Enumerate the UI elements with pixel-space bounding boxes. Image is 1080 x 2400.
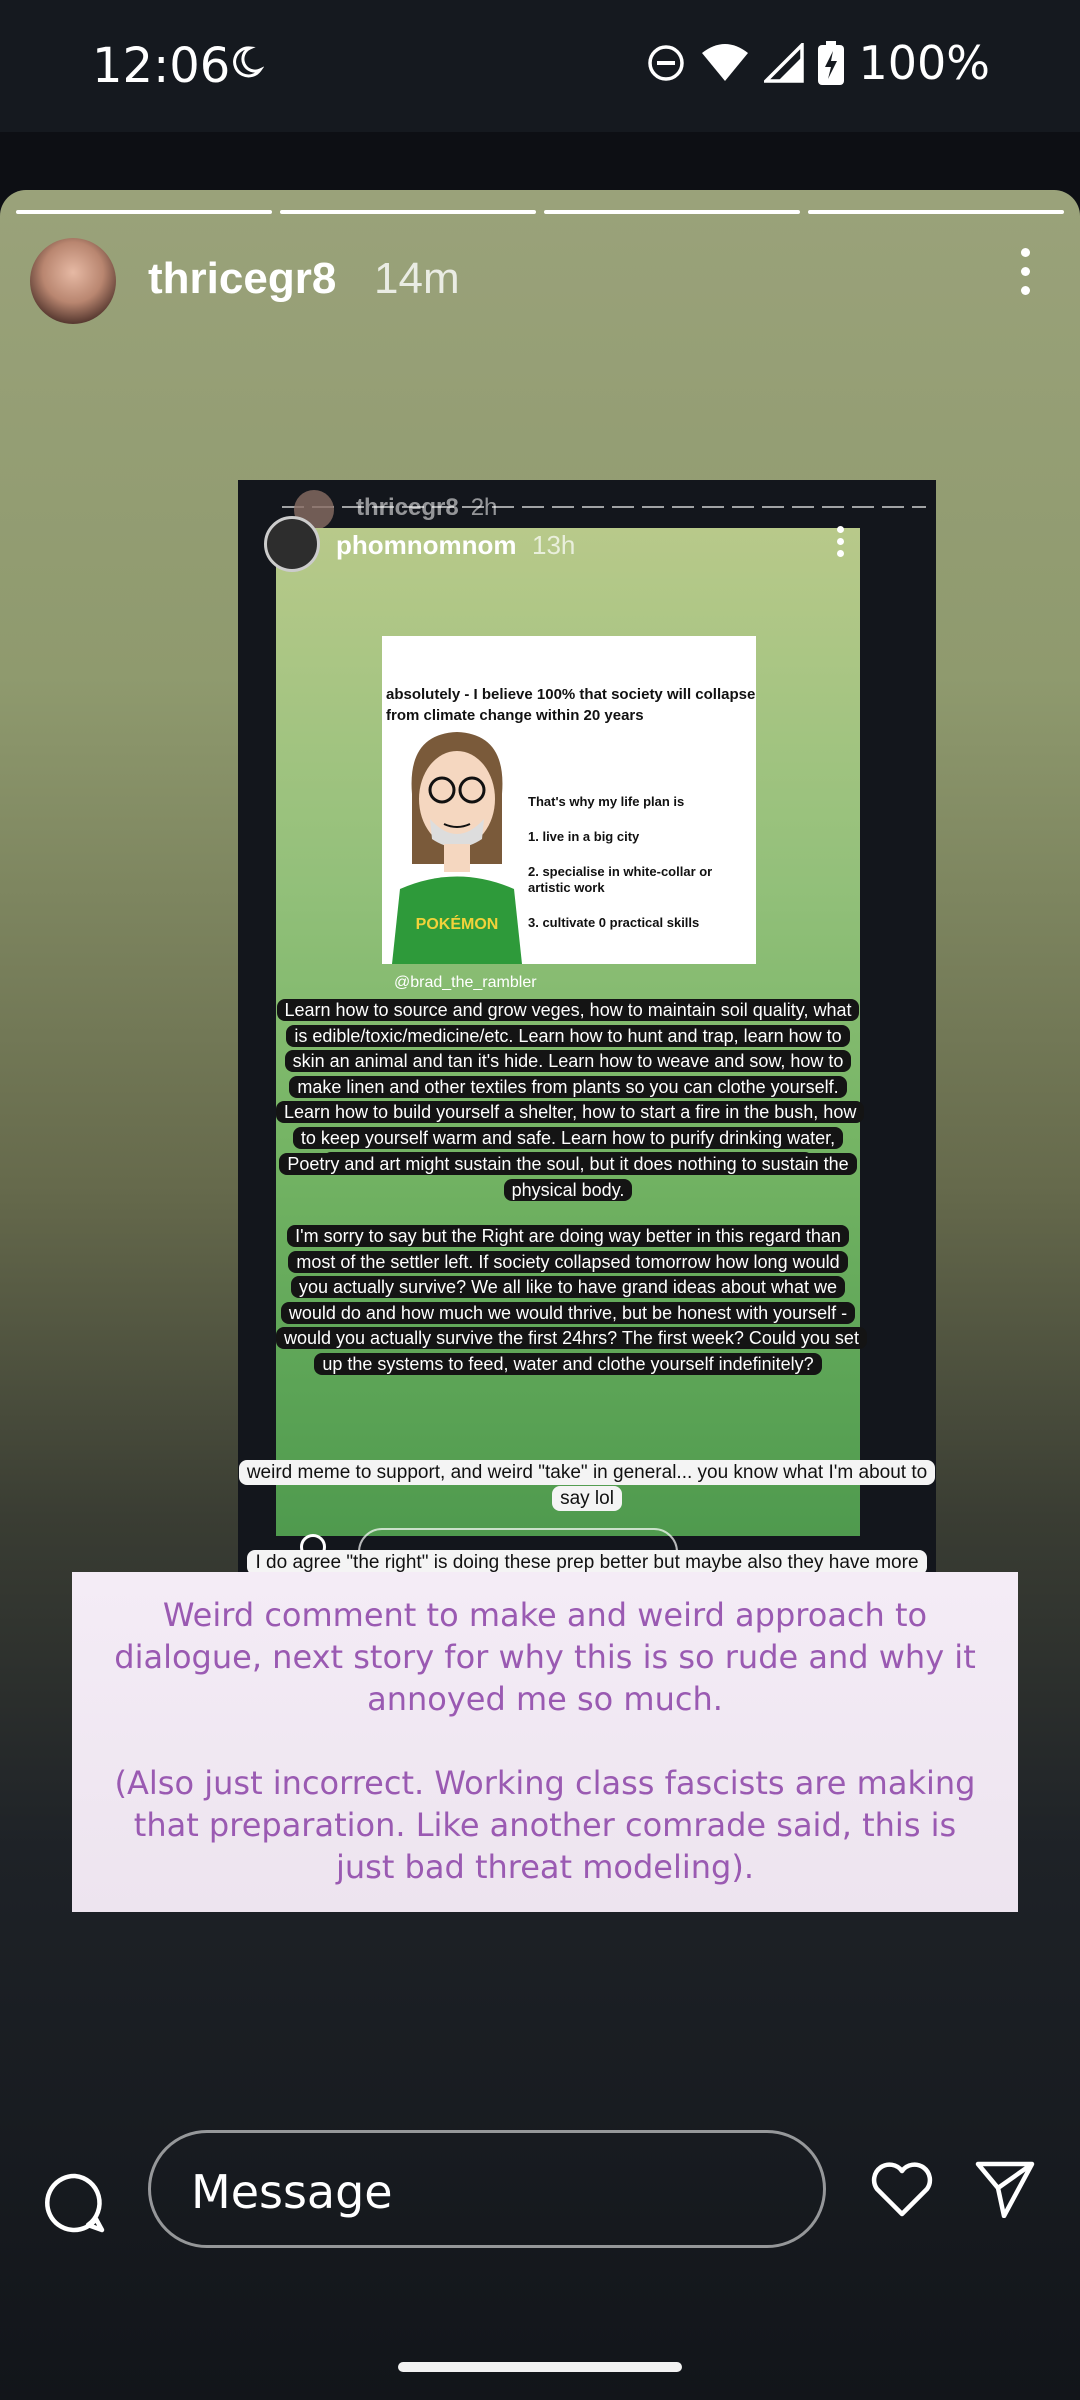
meme-image: absolutely - I believe 100% that society…: [382, 636, 756, 964]
comment-icon[interactable]: [44, 2172, 106, 2239]
inner-time: 13h: [532, 530, 576, 560]
meme-plan-item: 2. specialise in white-collar or artisti…: [528, 864, 713, 895]
meme-top-text: absolutely - I believe 100% that society…: [386, 686, 756, 724]
inner-username: phomnomnom: [336, 530, 517, 560]
reshared-story-frame: thricegr82h keiran_stewart_assheton phom…: [238, 480, 936, 1734]
signal-icon: [764, 43, 805, 83]
battery-charging-icon: [818, 41, 845, 85]
progress-segment: [808, 210, 1064, 214]
message-placeholder: Message: [191, 2165, 393, 2219]
meme-character-illustration: POKÉMON: [392, 732, 522, 964]
meme-plan-item: 1. live in a big city: [528, 829, 640, 844]
more-options-icon[interactable]: [1010, 248, 1040, 295]
story-progress-bar: [16, 210, 1064, 214]
story-username[interactable]: thricegr8: [148, 254, 336, 304]
meme-shirt-text: POKÉMON: [416, 914, 499, 933]
wifi-icon: [700, 43, 750, 83]
like-heart-icon[interactable]: [870, 2160, 934, 2223]
progress-segment: [544, 210, 800, 214]
progress-segment: [280, 210, 536, 214]
status-bar: 12:06 100%: [0, 0, 1080, 132]
meme-plan-item: 3. cultivate 0 practical skills: [528, 915, 700, 930]
avatar[interactable]: [30, 238, 116, 324]
story-header: thricegr8 14m: [30, 238, 1050, 328]
message-input[interactable]: Message: [148, 2130, 826, 2248]
meme-plan-title: That's why my life plan is: [528, 794, 685, 809]
story-text-overlay: Weird comment to make and weird approach…: [72, 1572, 1018, 1912]
caption-block: I'm sorry to say but the Right are doing…: [276, 1224, 867, 1377]
status-time: 12:06: [92, 38, 231, 94]
story-time: 14m: [374, 254, 460, 303]
caption-block: Poetry and art might sustain the soul, b…: [276, 1152, 860, 1203]
story-viewer[interactable]: thricegr8 14m thricegr82h keiran_stewart…: [0, 190, 1080, 2400]
inner-more-icon: [837, 526, 844, 557]
story-reply-bar: Message: [0, 2120, 1080, 2260]
caption-block: Learn how to source and grow veges, how …: [276, 998, 865, 1177]
overlay-paragraph: Weird comment to make and weird approach…: [114, 1596, 976, 1718]
inner-avatar: [264, 516, 320, 572]
inner-story: phomnomnom 13h absolutely - I believe 10…: [264, 516, 867, 1536]
inner-story-header: phomnomnom 13h: [264, 516, 864, 586]
dnd-icon: [646, 43, 686, 83]
reply-caption: weird meme to support, and weird "take" …: [238, 1460, 936, 1512]
progress-segment: [16, 210, 272, 214]
do-not-disturb-moon-icon: [228, 44, 264, 80]
send-icon[interactable]: [974, 2160, 1036, 2223]
meme-credit: @brad_the_rambler: [394, 974, 537, 991]
home-indicator[interactable]: [398, 2362, 682, 2372]
battery-percent: 100%: [858, 36, 990, 90]
meme-plan-list: That's why my life plan is 1. live in a …: [528, 794, 748, 950]
overlay-paragraph: (Also just incorrect. Working class fasc…: [114, 1764, 976, 1886]
